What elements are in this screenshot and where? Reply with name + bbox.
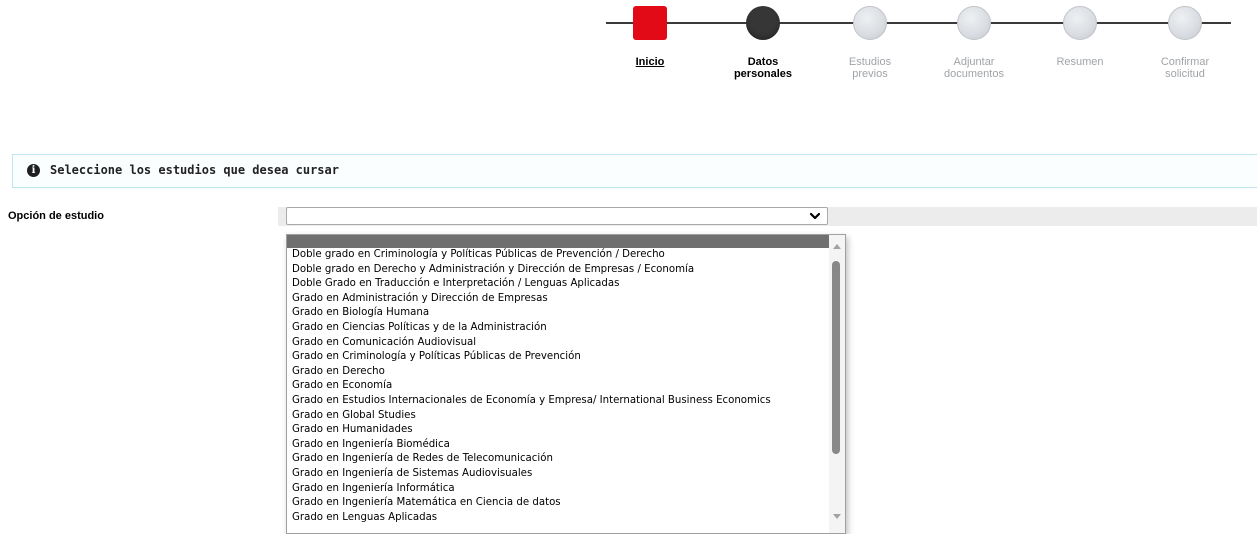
step-label[interactable]: Inicio: [600, 56, 700, 68]
scroll-up-arrow-icon[interactable]: [833, 244, 841, 249]
dropdown-option[interactable]: Grado en Ingeniería Matemática en Cienci…: [287, 496, 829, 511]
step-label: Resumen: [1030, 56, 1130, 68]
dropdown-scrollbar[interactable]: [829, 235, 845, 533]
step-label-line2: personales: [733, 68, 793, 80]
stepper-connector-line: [606, 22, 1231, 24]
step-label-line1: Datos: [747, 56, 779, 68]
dropdown-option[interactable]: Grado en Biología Humana: [287, 306, 829, 321]
dropdown-option[interactable]: Doble grado en Derecho y Administración …: [287, 263, 829, 278]
dropdown-option[interactable]: Grado en Administración y Dirección de E…: [287, 292, 829, 307]
dropdown-option[interactable]: Grado en Ciencias Políticas y de la Admi…: [287, 321, 829, 336]
dropdown-option[interactable]: Grado en Global Studies: [287, 409, 829, 424]
dropdown-option[interactable]: Doble Grado en Traducción e Interpretaci…: [287, 277, 829, 292]
study-option-select[interactable]: [286, 207, 828, 225]
step-circle-icon: [957, 6, 991, 40]
info-message: Seleccione los estudios que desea cursar: [50, 163, 339, 177]
dropdown-option[interactable]: Grado en Humanidades: [287, 423, 829, 438]
step-label: Datos personales: [713, 56, 813, 80]
study-option-label: Opción de estudio: [8, 210, 104, 222]
step-label-line1: Inicio: [635, 56, 665, 68]
step-label-line1: Adjuntar: [953, 56, 995, 68]
step-label-line1: Estudios: [848, 56, 892, 68]
step-label-line2: documentos: [944, 68, 1004, 80]
dropdown-option[interactable]: Grado en Comunicación Audiovisual: [287, 336, 829, 351]
options-list: Doble grado en Criminología y Políticas …: [287, 235, 829, 525]
step-label-line1: Confirmar: [1160, 56, 1210, 68]
step-label: Adjuntar documentos: [924, 56, 1024, 80]
dropdown-option[interactable]: Grado en Ingeniería de Sistemas Audiovis…: [287, 467, 829, 482]
step-label: Estudios previos: [820, 56, 920, 80]
scroll-down-arrow-icon[interactable]: [833, 514, 841, 519]
dropdown-option[interactable]: Grado en Lenguas Aplicadas: [287, 511, 829, 526]
dropdown-option[interactable]: Grado en Ingeniería de Redes de Telecomu…: [287, 452, 829, 467]
step-circle-icon: [1063, 6, 1097, 40]
study-options-dropdown[interactable]: Doble grado en Criminología y Políticas …: [286, 234, 846, 534]
chevron-down-icon: [809, 212, 821, 220]
step-label-line2: previos: [852, 68, 888, 80]
step-circle-icon: [853, 6, 887, 40]
dropdown-option[interactable]: Grado en Economía: [287, 379, 829, 394]
info-circle-icon: i: [27, 164, 40, 177]
step-label-line1: Resumen: [1056, 56, 1104, 68]
step-label-line2: solicitud: [1165, 68, 1205, 80]
dropdown-option[interactable]: Doble grado en Criminología y Políticas …: [287, 248, 829, 263]
dropdown-option[interactable]: Grado en Criminología y Políticas Públic…: [287, 350, 829, 365]
dropdown-option[interactable]: Grado en Derecho: [287, 365, 829, 380]
step-label: Confirmar solicitud: [1135, 56, 1235, 80]
dropdown-option[interactable]: Grado en Estudios Internacionales de Eco…: [287, 394, 829, 409]
step-circle-icon: [1168, 6, 1202, 40]
dropdown-option[interactable]: [287, 235, 829, 248]
scrollbar-thumb[interactable]: [832, 261, 840, 454]
step-active-square-icon: [633, 6, 667, 40]
dropdown-option[interactable]: Grado en Ingeniería Informática: [287, 482, 829, 497]
dropdown-option[interactable]: Grado en Ingeniería Biomédica: [287, 438, 829, 453]
step-circle-icon: [746, 6, 780, 40]
